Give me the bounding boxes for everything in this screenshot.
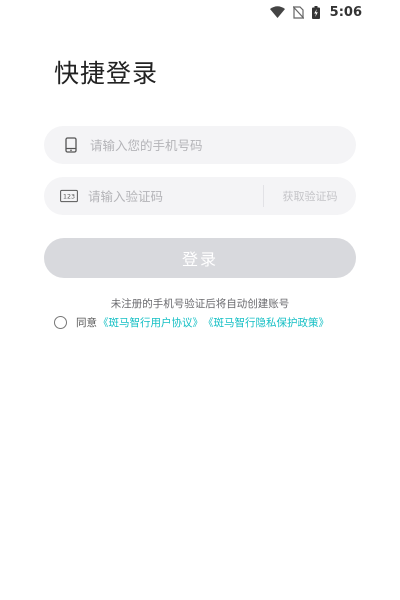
battery-charging-icon: [311, 5, 320, 19]
agreement-row: 同意 《斑马智行用户协议》 《斑马智行隐私保护政策》: [54, 315, 329, 330]
numeric-123-icon: 123: [60, 187, 78, 205]
phone-field[interactable]: [44, 126, 356, 164]
no-sim-icon: [292, 5, 304, 19]
phone-input[interactable]: [88, 136, 356, 154]
agreement-prefix: 同意: [76, 317, 97, 329]
login-button[interactable]: 登录: [44, 238, 356, 278]
registration-notice: 未注册的手机号验证后将自动创建账号: [110, 298, 290, 310]
privacy-policy-link[interactable]: 《斑马智行隐私保护政策》: [203, 315, 329, 330]
agreement-radio[interactable]: [54, 316, 67, 329]
verification-code-input[interactable]: [86, 187, 263, 205]
phone-icon: [62, 136, 80, 154]
verification-code-field[interactable]: 123 获取验证码: [44, 177, 356, 215]
get-code-button[interactable]: 获取验证码: [264, 188, 356, 204]
status-bar: 5:06: [0, 0, 400, 24]
wifi-icon: [269, 6, 285, 18]
status-time: 5:06: [329, 4, 362, 20]
page-title: 快捷登录: [54, 59, 159, 88]
svg-text:123: 123: [63, 193, 75, 200]
user-agreement-link[interactable]: 《斑马智行用户协议》: [98, 315, 203, 330]
